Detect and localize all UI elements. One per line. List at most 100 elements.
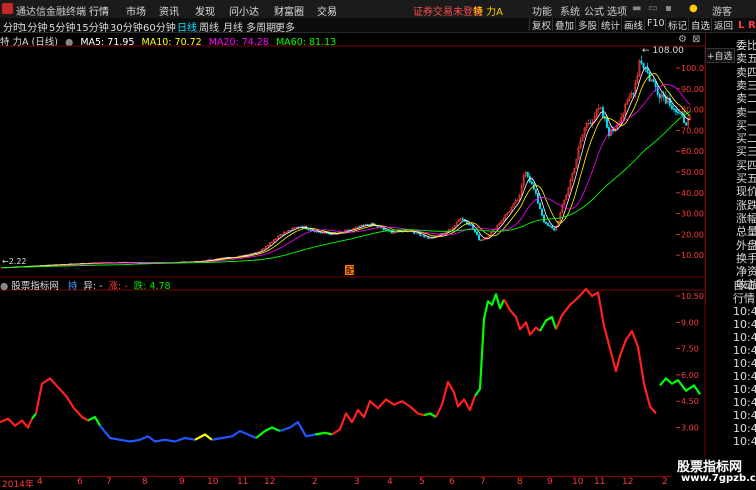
- candle-body: [281, 234, 284, 236]
- candle-body: [376, 225, 379, 228]
- date-tick: 10: [207, 477, 219, 487]
- date-tick: 6: [77, 477, 83, 487]
- date-tick: 4: [37, 477, 43, 487]
- candle-body: [646, 68, 649, 73]
- indicator-tick: 9.00: [681, 318, 699, 327]
- date-tick: 8: [142, 477, 148, 487]
- candle-body: [679, 112, 681, 114]
- candle-body: [685, 122, 688, 126]
- candle-body: [632, 93, 635, 95]
- candle-body: [530, 181, 533, 184]
- indicator-line-segment: [314, 431, 333, 436]
- candle-body: [543, 214, 545, 223]
- indicator-line-segment: [194, 433, 213, 441]
- candle-body: [390, 231, 393, 234]
- candle-body: [362, 225, 365, 227]
- indicator-line-segment: [331, 398, 425, 436]
- indicator-item: 持: [67, 281, 78, 292]
- candle-body: [675, 109, 677, 113]
- candle-body: [605, 118, 608, 128]
- candle-body: [672, 108, 675, 111]
- indicator-tick: 6.00: [681, 371, 699, 380]
- indicator-line-segment: [659, 377, 701, 395]
- indicator-dot-icon: ●: [0, 281, 9, 292]
- candle-body: [526, 172, 529, 177]
- kline-chart[interactable]: 100.090.0080.0070.0060.0050.0040.0030.00…: [0, 0, 756, 487]
- indicator-line-segment: [539, 315, 558, 332]
- candle-body: [384, 229, 387, 231]
- ma5-line: [1, 66, 691, 268]
- date-tick: 4: [387, 477, 393, 487]
- candle-body: [551, 226, 554, 229]
- watermark-url: www.7gpzb.com: [681, 473, 756, 484]
- date-tick: 12: [264, 477, 276, 487]
- date-tick: 10: [572, 477, 584, 487]
- candle-body: [329, 233, 332, 236]
- date-tick: 2014年: [2, 480, 34, 490]
- candle-body: [476, 231, 478, 235]
- candle-body: [541, 208, 543, 216]
- candle-body: [478, 234, 481, 241]
- indicator-line-segment: [423, 412, 437, 418]
- candle-body: [547, 223, 550, 226]
- date-tick: 3: [354, 477, 360, 487]
- side-time-label: 10:4: [733, 318, 756, 331]
- indicator-line-segment: [99, 425, 196, 443]
- price-tick: 60.00: [681, 147, 704, 156]
- book-marker-left: L: [738, 20, 745, 31]
- side-time-label: 10:4: [733, 435, 756, 448]
- candle-body: [642, 62, 645, 69]
- candle-body: [461, 218, 464, 220]
- candle-body: [289, 230, 292, 232]
- indicator-tick: 10.50: [681, 292, 704, 301]
- candle-body: [589, 122, 592, 125]
- indicator-line-segment: [211, 429, 257, 441]
- price-tick: 10.00: [681, 251, 704, 260]
- indicator-tick: 4.50: [681, 397, 699, 406]
- indicator-line-segment: [255, 426, 281, 439]
- candle-body: [358, 226, 361, 228]
- side-time-label: 10:4: [733, 422, 756, 435]
- price-tick: 30.00: [681, 210, 704, 219]
- candle-body: [677, 111, 679, 114]
- candle-body: [534, 189, 537, 194]
- indicator-item: 异: -: [83, 281, 103, 292]
- candle-body: [549, 225, 552, 227]
- indicator-line-segment: [435, 380, 477, 418]
- price-tick: 20.00: [681, 230, 704, 239]
- side-time-label: 10:4: [733, 396, 756, 409]
- side-time-label: 10:4: [733, 344, 756, 357]
- date-tick: 2: [312, 477, 318, 487]
- indicator-line-segment: [34, 377, 89, 422]
- side-time-label: 10:4: [733, 409, 756, 422]
- date-tick: 5: [419, 477, 425, 487]
- ma10-line: [1, 73, 691, 268]
- side-time-label: 10:4: [733, 383, 756, 396]
- candle-body: [601, 107, 604, 118]
- date-tick: 11: [237, 477, 249, 487]
- candle-body: [419, 233, 422, 236]
- candle-body: [465, 221, 468, 224]
- candle-body: [539, 202, 541, 210]
- side-time-label: 10:4: [733, 357, 756, 370]
- side-time-label: 10:4: [733, 370, 756, 383]
- date-tick: 9: [179, 477, 185, 487]
- candle-body: [285, 231, 288, 233]
- indicator-line-segment: [503, 298, 541, 336]
- candle-body: [553, 227, 556, 231]
- lower-side-column: 自动 行情 10:4 10:4 10:4 10:4 10:4 10:4 10:4 10:4 10:4…: [733, 279, 756, 448]
- price-tick: 90.00: [681, 85, 704, 94]
- price-tick: 100.0: [681, 64, 704, 73]
- add-watchlist-button[interactable]: +自选: [705, 48, 735, 63]
- candle-body: [307, 229, 310, 231]
- indicator-line-segment: [554, 287, 657, 415]
- candle-body: [366, 224, 369, 226]
- candle-body: [652, 79, 655, 83]
- high-price-label: ← 108.00: [642, 46, 684, 56]
- candle-body: [423, 235, 426, 238]
- indicator-line-segment: [0, 417, 34, 429]
- candle-body: [309, 229, 312, 231]
- candle-body: [612, 129, 614, 132]
- indicator-item: 跌: 4.78: [133, 281, 171, 292]
- candle-body: [480, 239, 483, 241]
